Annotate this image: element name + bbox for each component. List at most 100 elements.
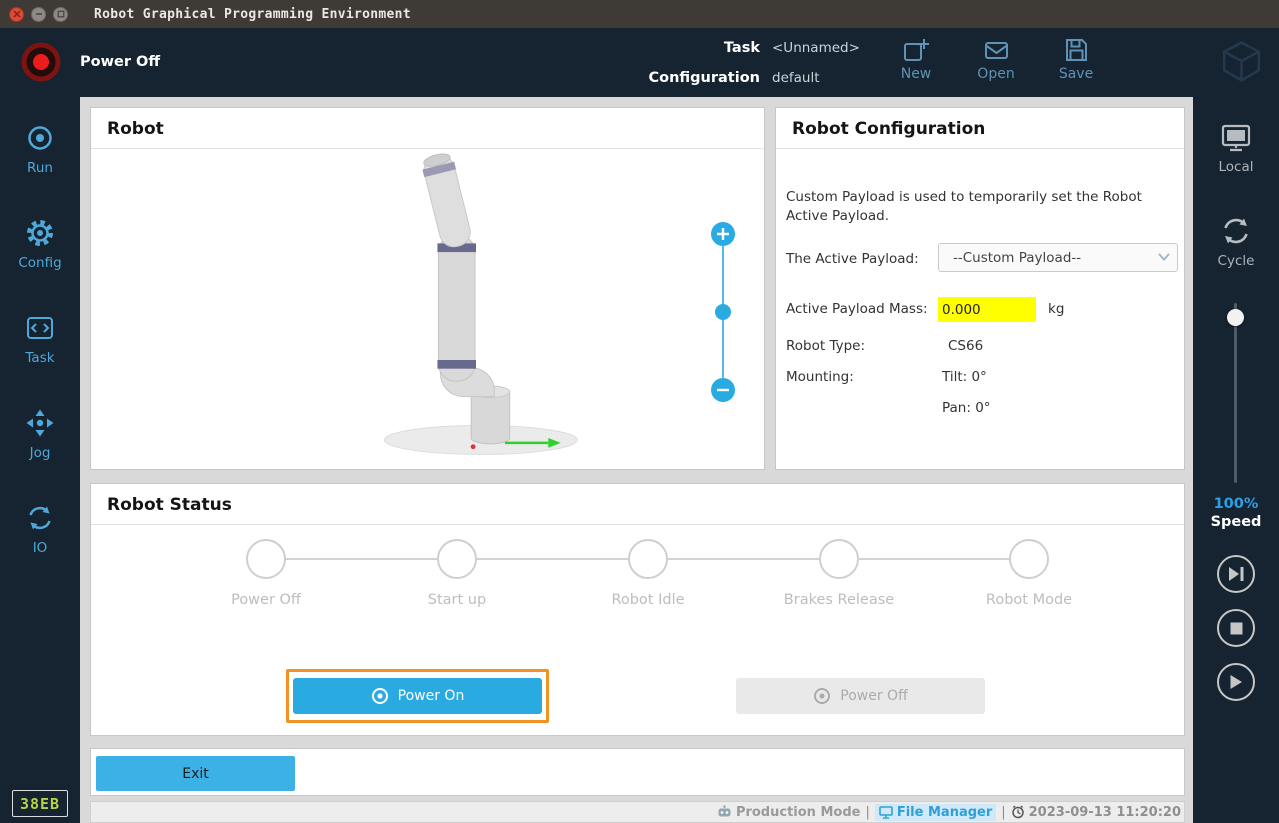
- zoom-slider-handle[interactable]: [715, 304, 731, 320]
- system-clock: 2023-09-13 11:20:20: [1011, 805, 1181, 820]
- step-label-start-up: Start up: [372, 592, 542, 608]
- active-payload-label: The Active Payload:: [786, 251, 919, 267]
- step-label-robot-idle: Robot Idle: [563, 592, 733, 608]
- zoom-out-button[interactable]: [711, 378, 735, 402]
- speed-percentage: 100%: [1193, 496, 1279, 512]
- step-circle-brakes-release: [819, 539, 859, 579]
- robot-configuration-title: Robot Configuration: [776, 108, 1184, 149]
- power-on-icon: [371, 687, 389, 705]
- run-icon: [25, 123, 55, 153]
- save-floppy-icon: [1063, 37, 1090, 63]
- robot-status-panel: Robot Status Power Off Start up Robot Id…: [90, 483, 1185, 736]
- power-off-label: Power Off: [840, 688, 907, 704]
- left-nav-sidebar: Run Config Task Jog IO: [0, 97, 80, 823]
- new-task-button[interactable]: New: [884, 37, 948, 82]
- cycle-label: Cycle: [1218, 253, 1255, 269]
- robot-status-title: Robot Status: [91, 484, 1184, 525]
- bottom-status-bar: Production Mode | File Manager | 2023-09…: [90, 801, 1185, 823]
- window-title: Robot Graphical Programming Environment: [94, 7, 411, 22]
- robot-panel-title: Robot: [91, 108, 764, 149]
- cycle-mode-button[interactable]: Cycle: [1193, 215, 1279, 269]
- production-mode-indicator[interactable]: Production Mode: [717, 805, 861, 820]
- window-titlebar: Robot Graphical Programming Environment: [0, 0, 1279, 28]
- active-payload-dropdown[interactable]: --Custom Payload--: [938, 243, 1178, 272]
- zoom-in-button[interactable]: [711, 222, 735, 246]
- cycle-arrows-icon: [1219, 215, 1253, 247]
- speed-label: Speed: [1193, 514, 1279, 530]
- step-circle-robot-mode: [1009, 539, 1049, 579]
- open-file-icon: [983, 37, 1010, 63]
- local-mode-button[interactable]: Local: [1193, 123, 1279, 175]
- exit-button[interactable]: Exit: [96, 756, 295, 791]
- sidebar-item-jog[interactable]: Jog: [0, 408, 80, 461]
- task-value: <Unnamed>: [772, 40, 860, 56]
- payload-description: Custom Payload is used to temporarily se…: [786, 188, 1172, 226]
- step-label-robot-mode: Robot Mode: [944, 592, 1114, 608]
- production-mode-robot-icon: [717, 805, 732, 819]
- file-manager-label: File Manager: [897, 805, 992, 820]
- power-status-text: Power Off: [80, 54, 160, 70]
- sidebar-item-config[interactable]: Config: [0, 218, 80, 271]
- window-minimize-button[interactable]: [31, 7, 46, 22]
- speed-slider-handle[interactable]: [1227, 309, 1244, 326]
- clock-icon: [1011, 805, 1025, 819]
- payload-mass-input[interactable]: [938, 297, 1036, 322]
- checksum-badge: 38EB: [12, 790, 68, 817]
- step-play-icon: [1226, 566, 1246, 582]
- configuration-value: default: [772, 70, 820, 86]
- power-on-button[interactable]: Power On: [293, 678, 542, 714]
- io-cycle-arrows-icon: [25, 503, 55, 533]
- power-off-button[interactable]: Power Off: [736, 678, 985, 714]
- robot-3d-view[interactable]: [321, 148, 631, 466]
- brand-cube-logo[interactable]: [1218, 39, 1265, 85]
- window-close-button[interactable]: [9, 7, 24, 22]
- datetime-text: 2023-09-13 11:20:20: [1029, 805, 1181, 820]
- right-control-sidebar: Local Cycle 100% Speed: [1193, 97, 1279, 823]
- play-button[interactable]: [1217, 663, 1255, 701]
- code-task-icon: [25, 313, 55, 343]
- speed-slider-track: [1234, 303, 1237, 483]
- sidebar-item-label: Run: [27, 160, 53, 176]
- open-task-button[interactable]: Open: [964, 37, 1028, 82]
- save-task-button[interactable]: Save: [1044, 37, 1108, 82]
- stop-button[interactable]: [1217, 609, 1255, 647]
- sidebar-item-label: Task: [25, 350, 54, 366]
- mounting-tilt-value: Tilt: 0°: [942, 369, 987, 385]
- local-screen-icon: [1220, 123, 1252, 153]
- statusbar-separator: |: [865, 805, 869, 820]
- task-row: Task <Unnamed>: [600, 33, 860, 63]
- robot-type-label: Robot Type:: [786, 338, 865, 354]
- plus-icon: [717, 228, 729, 240]
- power-off-icon: [813, 687, 831, 705]
- sidebar-item-label: IO: [33, 540, 48, 556]
- sidebar-item-label: Jog: [30, 445, 51, 461]
- window-maximize-button[interactable]: [53, 7, 68, 22]
- mounting-pan-value: Pan: 0°: [942, 400, 991, 416]
- file-manager-button[interactable]: File Manager: [875, 804, 996, 821]
- sidebar-item-run[interactable]: Run: [0, 123, 80, 176]
- sidebar-item-io[interactable]: IO: [0, 503, 80, 556]
- robot-panel: Robot: [90, 107, 765, 470]
- sidebar-item-task[interactable]: Task: [0, 313, 80, 366]
- mounting-label: Mounting:: [786, 369, 854, 385]
- main-content: Robot Robot Configura: [80, 97, 1193, 823]
- exit-panel: Exit: [90, 748, 1185, 796]
- power-state-icon: [20, 41, 62, 83]
- configuration-label: Configuration: [600, 70, 760, 86]
- step-circle-power-off: [246, 539, 286, 579]
- production-mode-label: Production Mode: [736, 805, 861, 820]
- app-header: Power Off Task <Unnamed> Configuration d…: [0, 28, 1279, 97]
- step-circle-start-up: [437, 539, 477, 579]
- configuration-row: Configuration default: [600, 63, 860, 93]
- maximize-icon: [57, 10, 65, 18]
- close-icon: [13, 10, 21, 18]
- step-run-button[interactable]: [1217, 555, 1255, 593]
- jog-move-icon: [25, 408, 55, 438]
- minus-icon: [717, 384, 729, 396]
- robot-configuration-panel: Robot Configuration Custom Payload is us…: [775, 107, 1185, 470]
- payload-mass-unit: kg: [1048, 301, 1064, 317]
- power-on-label: Power On: [398, 688, 465, 704]
- active-payload-selected-value: --Custom Payload--: [953, 250, 1081, 266]
- statusbar-separator: |: [1001, 805, 1005, 820]
- payload-mass-label: Active Payload Mass:: [786, 301, 928, 317]
